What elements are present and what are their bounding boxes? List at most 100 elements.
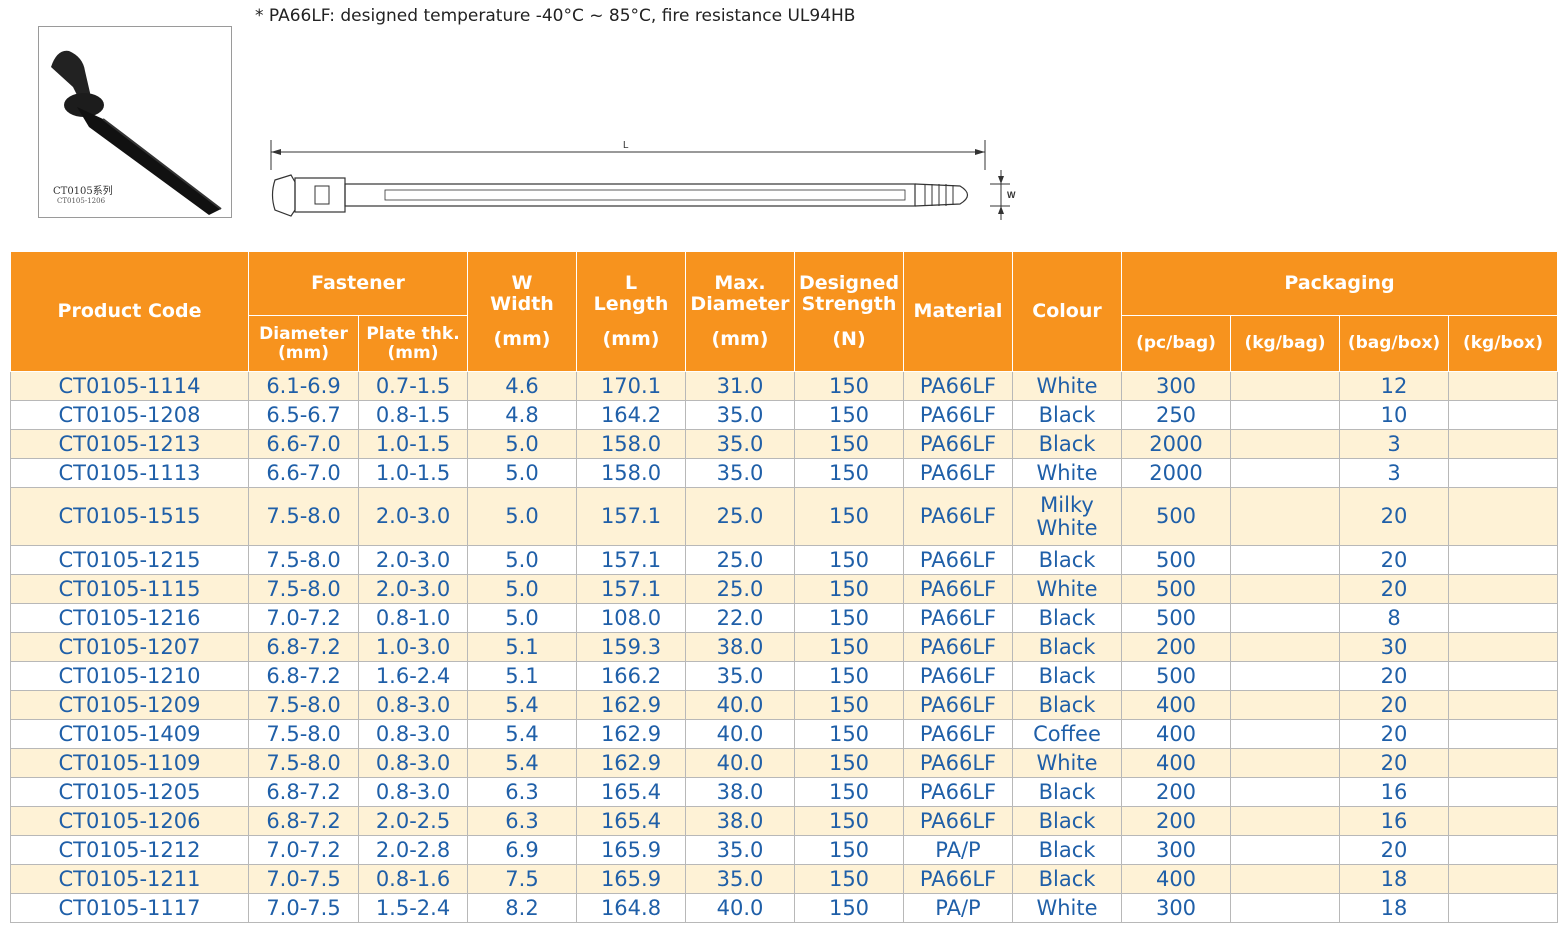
width-label: W <box>1007 190 1016 200</box>
cell-max-diameter: 22.0 <box>685 603 795 633</box>
cell-length: 164.2 <box>576 400 686 430</box>
table-row: CT0105-1117 7.0-7.5 1.5-2.4 8.2 164.8 40.0 150… <box>10 893 1559 923</box>
cell-designed-strength: 150 <box>794 458 904 488</box>
cell-kg-per-box <box>1447 371 1559 401</box>
cell-plate-thickness: 0.8-3.0 <box>358 719 468 749</box>
cell-diameter: 6.8-7.2 <box>248 661 359 691</box>
cell-designed-strength: 150 <box>794 661 904 691</box>
cell-kg-per-box <box>1447 574 1559 604</box>
cell-material: PA66LF <box>903 748 1013 778</box>
cell-kg-per-box <box>1447 806 1559 836</box>
cell-pc-per-bag: 2000 <box>1121 429 1231 459</box>
photo-caption-series: CT0105系列 <box>53 186 113 197</box>
cell-bag-per-box: 20 <box>1339 748 1449 778</box>
cell-plate-thickness: 1.0-3.0 <box>358 632 468 662</box>
cell-kg-per-box <box>1447 400 1559 430</box>
cell-length: 165.4 <box>576 806 686 836</box>
cell-kg-per-bag <box>1230 603 1340 633</box>
cell-width: 7.5 <box>467 864 577 894</box>
table-row: CT0105-1113 6.6-7.0 1.0-1.5 5.0 158.0 35.0 150… <box>10 458 1559 488</box>
cell-bag-per-box: 3 <box>1339 458 1449 488</box>
header-fastener: Fastener <box>248 251 468 316</box>
cell-diameter: 7.0-7.2 <box>248 835 359 865</box>
cell-diameter: 6.8-7.2 <box>248 806 359 836</box>
cell-pc-per-bag: 300 <box>1121 893 1231 923</box>
cell-pc-per-bag: 200 <box>1121 632 1231 662</box>
cell-material: PA66LF <box>903 661 1013 691</box>
cell-width: 8.2 <box>467 893 577 923</box>
table-row: CT0105-1409 7.5-8.0 0.8-3.0 5.4 162.9 40.0 150… <box>10 719 1559 749</box>
cell-max-diameter: 38.0 <box>685 777 795 807</box>
cell-colour: White <box>1012 371 1122 401</box>
cell-kg-per-bag <box>1230 690 1340 720</box>
cell-kg-per-bag <box>1230 806 1340 836</box>
cell-plate-thickness: 0.8-3.0 <box>358 748 468 778</box>
cell-diameter: 7.0-7.2 <box>248 603 359 633</box>
cell-width: 5.0 <box>467 458 577 488</box>
cell-diameter: 7.5-8.0 <box>248 748 359 778</box>
cell-kg-per-box <box>1447 748 1559 778</box>
cell-width: 5.4 <box>467 748 577 778</box>
cell-designed-strength: 150 <box>794 777 904 807</box>
cell-bag-per-box: 12 <box>1339 371 1449 401</box>
cell-product-code: CT0105-1206 <box>10 806 249 836</box>
cell-plate-thickness: 0.8-1.6 <box>358 864 468 894</box>
cell-bag-per-box: 20 <box>1339 487 1449 546</box>
cell-kg-per-bag <box>1230 864 1340 894</box>
cell-length: 164.8 <box>576 893 686 923</box>
header-colour: Colour <box>1012 251 1122 372</box>
cell-width: 4.8 <box>467 400 577 430</box>
cell-max-diameter: 35.0 <box>685 661 795 691</box>
product-photo: CT0105系列 CT0105-1206 <box>38 26 232 218</box>
cell-designed-strength: 150 <box>794 574 904 604</box>
cell-material: PA66LF <box>903 806 1013 836</box>
table-row: CT0105-1209 7.5-8.0 0.8-3.0 5.4 162.9 40.0 150… <box>10 690 1559 720</box>
cell-kg-per-bag <box>1230 545 1340 575</box>
cell-bag-per-box: 20 <box>1339 545 1449 575</box>
cell-kg-per-bag <box>1230 835 1340 865</box>
cell-length: 162.9 <box>576 719 686 749</box>
cell-length: 158.0 <box>576 429 686 459</box>
cell-product-code: CT0105-1515 <box>10 487 249 546</box>
cell-pc-per-bag: 2000 <box>1121 458 1231 488</box>
cell-material: PA66LF <box>903 719 1013 749</box>
header-max-diameter: Max. Diameter (mm) <box>685 251 795 372</box>
cell-length: 165.9 <box>576 835 686 865</box>
cell-product-code: CT0105-1212 <box>10 835 249 865</box>
cell-product-code: CT0105-1117 <box>10 893 249 923</box>
cell-width: 5.4 <box>467 719 577 749</box>
cell-pc-per-bag: 500 <box>1121 661 1231 691</box>
cell-width: 5.1 <box>467 632 577 662</box>
cell-diameter: 6.6-7.0 <box>248 458 359 488</box>
cell-diameter: 7.5-8.0 <box>248 690 359 720</box>
cell-diameter: 6.8-7.2 <box>248 632 359 662</box>
cell-width: 5.0 <box>467 574 577 604</box>
cell-plate-thickness: 1.0-1.5 <box>358 429 468 459</box>
cell-kg-per-box <box>1447 835 1559 865</box>
cell-kg-per-bag <box>1230 777 1340 807</box>
header-length: L Length (mm) <box>576 251 686 372</box>
cell-diameter: 6.8-7.2 <box>248 777 359 807</box>
cell-max-diameter: 35.0 <box>685 835 795 865</box>
cell-material: PA66LF <box>903 777 1013 807</box>
cell-product-code: CT0105-1215 <box>10 545 249 575</box>
cell-product-code: CT0105-1409 <box>10 719 249 749</box>
cell-colour: Black <box>1012 632 1122 662</box>
header-designed-strength: Designed Strength (N) <box>794 251 904 372</box>
cell-kg-per-box <box>1447 632 1559 662</box>
cell-bag-per-box: 30 <box>1339 632 1449 662</box>
table-row: CT0105-1205 6.8-7.2 0.8-3.0 6.3 165.4 38.0 150… <box>10 777 1559 807</box>
cell-max-diameter: 40.0 <box>685 719 795 749</box>
cell-material: PA66LF <box>903 487 1013 546</box>
cell-width: 4.6 <box>467 371 577 401</box>
cell-designed-strength: 150 <box>794 429 904 459</box>
cell-material: PA/P <box>903 893 1013 923</box>
cell-kg-per-box <box>1447 893 1559 923</box>
cell-length: 157.1 <box>576 574 686 604</box>
cell-plate-thickness: 0.8-1.0 <box>358 603 468 633</box>
cell-bag-per-box: 16 <box>1339 806 1449 836</box>
cell-colour: Black <box>1012 603 1122 633</box>
cell-kg-per-bag <box>1230 429 1340 459</box>
cell-width: 5.0 <box>467 603 577 633</box>
header-pc-bag: (pc/bag) <box>1121 315 1231 372</box>
